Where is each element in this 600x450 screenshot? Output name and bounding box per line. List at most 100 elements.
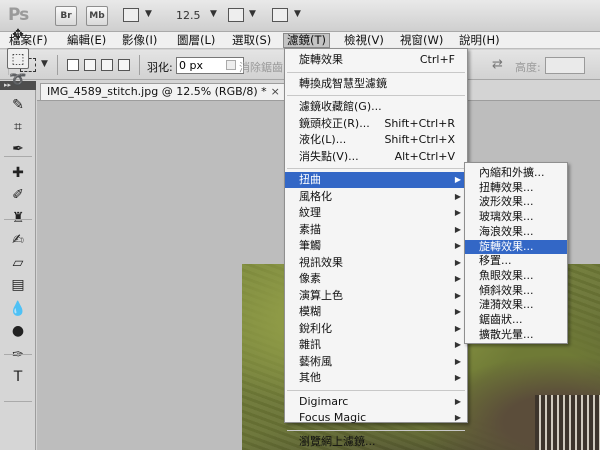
menu-separator (287, 429, 465, 431)
arrange-documents-icon[interactable] (228, 8, 244, 22)
filter-menu-item[interactable]: 像素 ▶ (285, 271, 467, 287)
menu-item-shortcut: Shift+Ctrl+X (384, 133, 455, 146)
menu-item-label: 波形效果... (479, 195, 534, 209)
filter-menu-item[interactable]: 紋理 ▶ (285, 205, 467, 221)
submenu-arrow-icon: ▶ (454, 373, 461, 382)
add-to-selection-icon[interactable] (84, 59, 96, 71)
options-divider (57, 55, 58, 75)
distort-menu-item[interactable]: 漣漪效果... (465, 298, 567, 313)
application-bar: Ps Br Mb ▼ 12.5 ▼ ▼ ▼ (0, 0, 600, 32)
height-input[interactable] (545, 57, 585, 74)
image-structure-detail (535, 395, 600, 450)
intersect-selection-icon[interactable] (118, 59, 130, 71)
menu-item-label: 魚眼效果... (479, 268, 534, 282)
menu-help[interactable]: 說明(H) (456, 33, 503, 48)
submenu-arrow-icon: ▶ (454, 396, 461, 406)
menu-filter[interactable]: 濾鏡(T) (283, 33, 330, 48)
menu-item-label: Focus Magic (299, 411, 367, 424)
menu-edit[interactable]: 編輯(E) (64, 33, 109, 48)
launch-mini-bridge-button[interactable]: Mb (86, 6, 108, 26)
filter-menu-item[interactable]: 液化(L)... Shift+Ctrl+X (285, 132, 467, 148)
distort-menu-item[interactable]: 移置... (465, 254, 567, 269)
filter-menu-item[interactable]: 素描 ▶ (285, 222, 467, 238)
healing-brush-tool-icon[interactable]: ✚ (7, 163, 29, 184)
move-tool-icon[interactable]: ✥ (7, 25, 29, 46)
menu-item-label: 其他 (299, 371, 321, 384)
distort-menu-item[interactable]: 傾斜效果... (465, 284, 567, 299)
filter-menu-item[interactable]: 消失點(V)... Alt+Ctrl+V (285, 149, 467, 165)
lasso-tool-icon[interactable]: ➰ (7, 70, 29, 91)
filter-menu-item[interactable]: 鏡頭校正(R)... Shift+Ctrl+R (285, 116, 467, 132)
filter-menu-item[interactable]: 濾鏡收藏館(G)... (285, 99, 467, 115)
menu-item-label: 旋轉效果 (299, 53, 343, 66)
history-brush-tool-icon[interactable]: ✍ (7, 230, 29, 251)
anti-alias-label: 消除鋸齒 (239, 61, 283, 74)
screen-mode-icon[interactable] (272, 8, 288, 22)
gradient-tool-icon[interactable]: ▤ (7, 275, 29, 296)
pen-tool-icon[interactable]: ✑ (7, 345, 29, 366)
filter-menu-item[interactable]: 其他 ▶ (285, 370, 467, 386)
crop-tool-icon[interactable]: ⌗ (7, 117, 29, 138)
quick-selection-tool-icon[interactable]: ✎ (7, 95, 29, 116)
swap-dimensions-icon[interactable]: ⇄ (492, 57, 503, 72)
dodge-tool-icon[interactable]: ● (7, 321, 29, 342)
menu-item-label: 紋理 (299, 206, 321, 219)
menu-window[interactable]: 視窗(W) (397, 33, 446, 48)
menu-item-label: 旋轉效果... (479, 239, 534, 253)
filter-menu-item[interactable]: 銳利化 ▶ (285, 321, 467, 337)
screen-mode-chevron-down-icon[interactable]: ▼ (294, 9, 301, 19)
distort-menu-item[interactable]: 魚眼效果... (465, 269, 567, 284)
subtract-from-selection-icon[interactable] (101, 59, 113, 71)
distort-menu-item[interactable]: 海浪效果... (465, 225, 567, 240)
filter-menu-item[interactable]: 視訊效果 ▶ (285, 255, 467, 271)
tool-preset-chevron-down-icon[interactable]: ▼ (41, 59, 48, 69)
new-selection-icon[interactable] (67, 59, 79, 71)
filter-menu-item[interactable]: 旋轉效果 Ctrl+F (285, 52, 467, 68)
document-tab[interactable]: IMG_4589_stitch.jpg @ 12.5% (RGB/8) * × (40, 83, 287, 100)
filter-menu-item[interactable]: 模糊 ▶ (285, 304, 467, 320)
menu-item-label: 雜訊 (299, 338, 321, 351)
zoom-level[interactable]: 12.5 (176, 9, 201, 22)
filter-menu-item[interactable]: 扭曲 ▶ (285, 172, 467, 188)
arrange-chevron-down-icon[interactable]: ▼ (249, 9, 256, 19)
eraser-tool-icon[interactable]: ▱ (7, 253, 29, 274)
filter-menu-item[interactable]: 轉換成智慧型濾鏡 (285, 76, 467, 92)
distort-menu-item[interactable]: 旋轉效果... (465, 239, 567, 254)
menu-image[interactable]: 影像(I) (119, 33, 160, 48)
marquee-tool-icon[interactable]: ⬚ (7, 48, 29, 69)
filter-menu-item[interactable]: Digimarc ▶ (285, 394, 467, 410)
menu-item-label: 海浪效果... (479, 224, 534, 238)
brush-tool-icon[interactable]: ✐ (7, 185, 29, 206)
submenu-arrow-icon: ▶ (454, 208, 461, 217)
menu-item-label: 濾鏡收藏館(G)... (299, 100, 382, 113)
filter-menu-item[interactable]: 雜訊 ▶ (285, 337, 467, 353)
launch-bridge-button[interactable]: Br (55, 6, 77, 26)
menu-view[interactable]: 檢視(V) (341, 33, 387, 48)
filter-menu-item[interactable]: 筆觸 ▶ (285, 238, 467, 254)
filter-menu-item[interactable]: 瀏覽網上濾鏡... (285, 434, 467, 450)
close-document-icon[interactable]: × (271, 85, 280, 98)
filter-menu-item[interactable]: 風格化 ▶ (285, 189, 467, 205)
menu-item-label: 銳利化 (299, 321, 332, 335)
filter-menu-item[interactable]: 演算上色 ▶ (285, 288, 467, 304)
anti-alias-checkbox[interactable] (226, 60, 236, 70)
blur-tool-icon[interactable]: 💧 (7, 299, 29, 320)
distort-menu-item[interactable]: 玻璃效果... (465, 210, 567, 225)
menu-item-label: 像素 (299, 272, 321, 285)
menu-item-label: 筆觸 (299, 239, 321, 252)
filter-menu-item[interactable]: 藝術風 ▶ (285, 354, 467, 370)
distort-menu-item[interactable]: 波形效果... (465, 195, 567, 210)
distort-menu-item[interactable]: 鋸齒狀... (465, 313, 567, 328)
type-tool-icon[interactable]: T (7, 367, 29, 388)
menu-layer[interactable]: 圖層(L) (174, 33, 218, 48)
menu-item-label: 風格化 (299, 189, 332, 203)
view-extras-icon[interactable] (123, 8, 139, 22)
view-extras-chevron-down-icon[interactable]: ▼ (145, 9, 152, 19)
submenu-arrow-icon: ▶ (454, 290, 461, 300)
distort-menu-item[interactable]: 擴散光暈... (465, 328, 567, 343)
menu-select[interactable]: 選取(S) (229, 33, 274, 48)
zoom-chevron-down-icon[interactable]: ▼ (210, 9, 217, 19)
filter-menu-item[interactable]: Focus Magic ▶ (285, 410, 467, 426)
distort-menu-item[interactable]: 內縮和外擴... (465, 166, 567, 181)
distort-menu-item[interactable]: 扭轉效果... (465, 181, 567, 196)
